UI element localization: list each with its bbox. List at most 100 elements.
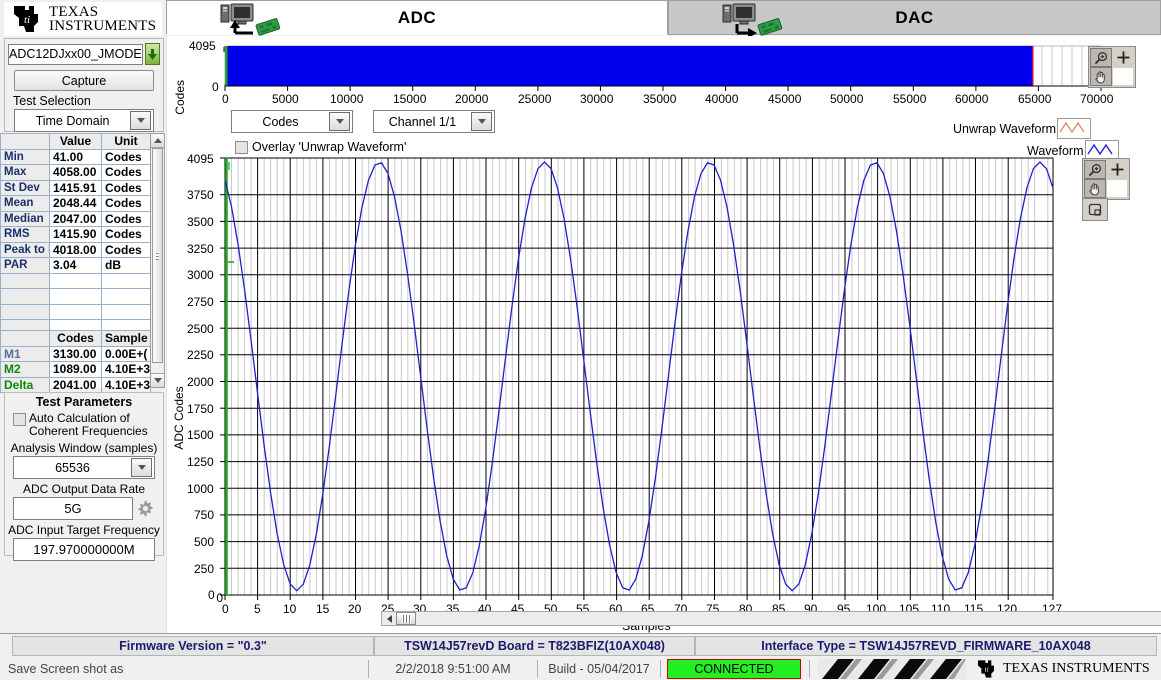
toolbar-empty-slot: [1106, 179, 1128, 198]
table-row: PAR 3.04 dB: [0, 257, 151, 274]
stat-unit: Codes: [101, 226, 151, 243]
overview-x-tick-0: 0: [222, 92, 229, 106]
y-tick-4095: 4095: [187, 152, 214, 166]
gear-icon[interactable]: [137, 500, 154, 517]
waveform-hscrollbar[interactable]: [381, 611, 1161, 626]
marker-sample: 4.10E+3: [101, 376, 151, 393]
fit-screen-icon[interactable]: [1084, 200, 1106, 219]
statistics-scrollbar[interactable]: [150, 133, 165, 388]
overview-x-tick-12: 60000: [955, 92, 989, 106]
test-selection-dropdown[interactable]: Time Domain: [14, 109, 154, 132]
marker-codes: 2041.00: [49, 376, 102, 393]
table-row: Max 4058.00 Codes: [0, 164, 151, 181]
overview-x-tick-6: 30000: [580, 92, 614, 106]
pan-hand-icon[interactable]: [1090, 67, 1112, 86]
crosshair-icon[interactable]: [1112, 48, 1134, 67]
tab-adc-label: ADC: [397, 7, 437, 27]
ti-footer-wordmark: TEXAS INSTRUMENTS: [1003, 661, 1150, 677]
firmware-version-cell: Firmware Version = "0.3": [12, 636, 374, 656]
x-tick-5: 5: [254, 602, 261, 616]
scroll-left-icon[interactable]: [382, 612, 396, 625]
marker-label: M1: [0, 345, 50, 362]
zoom-icon[interactable]: [1084, 160, 1106, 179]
stat-value: 1415.91: [49, 179, 102, 196]
table-row: St Dev 1415.91 Codes: [0, 179, 151, 196]
main-content: Codes 4095 0 0 5000 10000 15000 20000 25…: [166, 36, 1161, 634]
capture-button[interactable]: Capture: [14, 70, 154, 91]
ti-logo: ti TEXAS INSTRUMENTS: [4, 2, 162, 36]
stripe-graphic: [818, 659, 966, 679]
scroll-up-icon[interactable]: [151, 134, 164, 148]
status-spacer-left: [0, 636, 12, 656]
x-tick-20: 20: [348, 602, 362, 616]
chevron-down-icon[interactable]: [130, 111, 151, 130]
legend-unwrap-waveform[interactable]: Unwrap Waveform: [953, 118, 1092, 139]
download-arrow-icon[interactable]: [144, 43, 160, 65]
marker-label: M2: [0, 361, 50, 378]
stat-value: 3.04: [49, 257, 102, 274]
stat-label: RMS: [0, 226, 50, 243]
y-tick-750: 750: [194, 508, 215, 522]
scroll-thumb[interactable]: [396, 612, 416, 625]
y-tick-3000: 3000: [187, 268, 214, 282]
units-value: Codes: [262, 114, 299, 129]
input-freq-input[interactable]: 197.970000000M: [13, 538, 155, 561]
zoom-icon[interactable]: [1090, 48, 1112, 67]
units-dropdown[interactable]: Codes: [231, 110, 353, 133]
output-rate-input[interactable]: 5G: [13, 497, 133, 520]
overview-x-tick-8: 40000: [705, 92, 739, 106]
crosshair-icon[interactable]: [1106, 160, 1128, 179]
scroll-down-icon[interactable]: [151, 373, 164, 387]
test-selection-label: Test Selection: [13, 94, 91, 108]
board-cell: TSW14J57revD Board = T823BFIZ(10AX048): [374, 636, 695, 656]
stat-value: 4018.00: [49, 241, 102, 258]
chevron-down-icon[interactable]: [471, 112, 492, 131]
chevron-down-icon[interactable]: [131, 458, 152, 477]
capture-control-box: ADC12DJxx00_JMODE Capture Test Selection…: [4, 38, 164, 132]
col-head-blank: [0, 133, 50, 150]
y-tick-3750: 3750: [187, 188, 214, 202]
application-window: ti TEXAS INSTRUMENTS ADC12DJxx00_JMODE C…: [0, 0, 1161, 680]
toolbar-empty-slot: [1112, 67, 1134, 86]
stat-label: Min: [0, 148, 50, 165]
y-tick-1750: 1750: [187, 402, 214, 416]
overview-x-tick-10: 50000: [830, 92, 864, 106]
save-screenshot-label[interactable]: Save Screen shot as: [0, 662, 368, 676]
analysis-window-dropdown[interactable]: 65536: [13, 456, 155, 479]
tab-dac[interactable]: DAC: [668, 0, 1161, 36]
auto-calc-line1: Auto Calculation of: [29, 411, 130, 425]
waveform-plot[interactable]: ADC Codes 0: [167, 148, 1161, 628]
marker-sample: 0.00E+(: [101, 345, 151, 362]
table-row: Mean 2048.44 Codes: [0, 195, 151, 212]
output-rate-label: ADC Output Data Rate: [22, 482, 146, 496]
auto-calc-checkbox[interactable]: [13, 413, 26, 426]
y-tick-250: 250: [194, 562, 215, 576]
tab-adc[interactable]: ADC: [166, 0, 668, 36]
auto-calc-checkbox-row[interactable]: Auto Calculation of Coherent Frequencies: [13, 412, 163, 438]
footer-brand-2: INSTRUMENTS: [1051, 661, 1150, 676]
table-row: Delta 2041.00 4.10E+3: [0, 376, 151, 393]
ti-state-icon: ti: [14, 6, 38, 32]
ti-logo-footer: ti TEXAS INSTRUMENTS: [976, 659, 1150, 679]
test-parameters-panel: Test Parameters Auto Calculation of Cohe…: [4, 392, 164, 561]
pan-hand-icon[interactable]: [1084, 179, 1106, 198]
ti-state-icon: ti: [978, 660, 994, 678]
status-info-row: Firmware Version = "0.3" TSW14J57revD Bo…: [0, 636, 1161, 656]
build-label: Build - 05/04/2017: [548, 662, 650, 676]
status-detail-row: Save Screen shot as 2/2/2018 9:51:00 AM …: [0, 658, 1161, 680]
marker-codes: 1089.00: [49, 361, 102, 378]
stat-label: Peak to P: [0, 241, 50, 258]
col-head-value: Value: [49, 133, 102, 150]
x-tick-10: 10: [283, 602, 297, 616]
chevron-down-icon[interactable]: [329, 112, 350, 131]
device-mode-input[interactable]: ADC12DJxx00_JMODE: [8, 43, 143, 65]
legend-unwrap-label: Unwrap Waveform: [953, 121, 1057, 136]
channel-dropdown[interactable]: Channel 1/1: [373, 110, 495, 133]
stat-unit: Codes: [101, 195, 151, 212]
marker-table: Codes Sample M1 3130.00 0.00E+( M2 1089.00 4…: [0, 330, 151, 393]
stat-label: Max: [0, 164, 50, 181]
svg-text:ti: ti: [985, 665, 989, 674]
stat-label: PAR: [0, 257, 50, 274]
stat-unit: Codes: [101, 148, 151, 165]
scroll-thumb[interactable]: [152, 148, 163, 363]
